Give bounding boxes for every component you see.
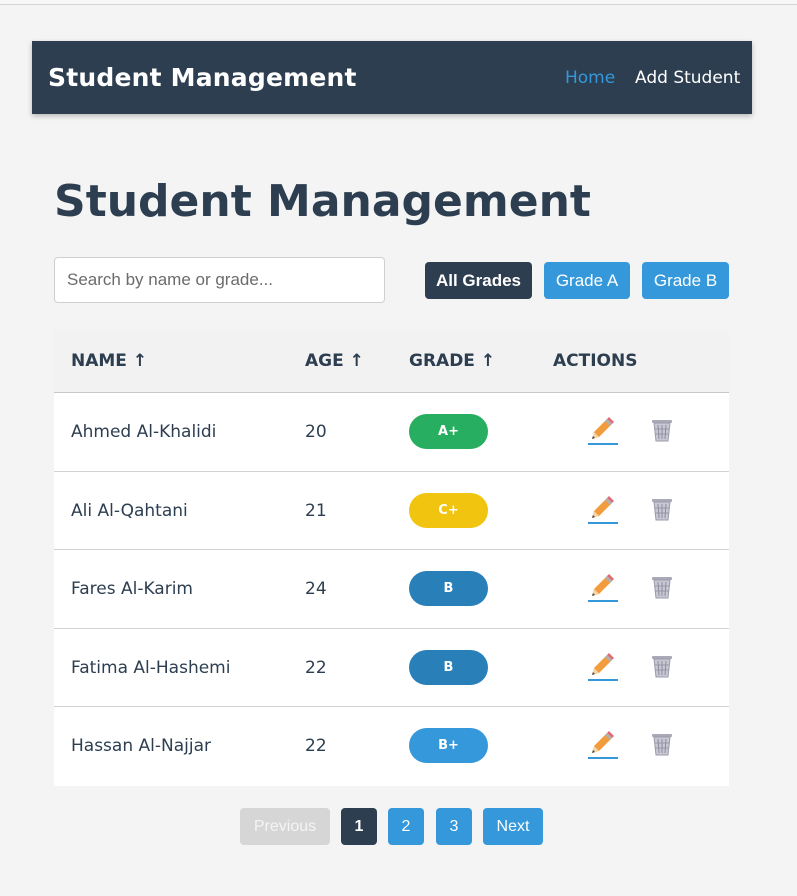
brand-title: Student Management bbox=[48, 63, 357, 92]
student-age: 22 bbox=[305, 657, 327, 678]
wastebasket-icon bbox=[650, 734, 674, 761]
table-row: Fares Al-Karim 24 B bbox=[54, 550, 729, 629]
grade-badge: C+ bbox=[409, 492, 488, 528]
edit-button[interactable] bbox=[588, 495, 618, 524]
pagination-previous-button[interactable]: Previous bbox=[240, 808, 330, 845]
page-title: Student Management bbox=[54, 176, 591, 227]
wastebasket-icon bbox=[650, 420, 674, 447]
delete-button[interactable] bbox=[650, 574, 674, 602]
table-row: Fatima Al-Hashemi 22 B bbox=[54, 628, 729, 708]
grade-badge: B bbox=[409, 649, 488, 685]
table-header: NAME ↑ AGE ↑ GRADE ↑ ACTIONS bbox=[54, 331, 729, 393]
student-name: Fatima Al-Hashemi bbox=[71, 657, 231, 678]
column-header-grade[interactable]: GRADE ↑ bbox=[409, 351, 495, 371]
grade-badge: B+ bbox=[409, 728, 488, 764]
edit-button[interactable] bbox=[588, 417, 618, 445]
table-row: Ahmed Al-Khalidi 20 A+ bbox=[54, 393, 729, 472]
edit-button[interactable] bbox=[588, 731, 618, 760]
delete-button[interactable] bbox=[650, 496, 674, 524]
filter-grade-b-button[interactable]: Grade B bbox=[642, 262, 729, 299]
search-input[interactable] bbox=[54, 257, 385, 303]
edit-link-underline bbox=[588, 600, 618, 603]
delete-button[interactable] bbox=[650, 417, 674, 445]
filter-all-grades-button[interactable]: All Grades bbox=[425, 262, 532, 299]
edit-button[interactable] bbox=[588, 574, 618, 603]
table-body: Ahmed Al-Khalidi 20 A+ Ali Al-Qahtani 21 C+ Fa… bbox=[54, 393, 729, 786]
edit-link-underline bbox=[588, 757, 618, 760]
edit-link-underline bbox=[588, 521, 618, 524]
pagination-page-1[interactable]: 1 bbox=[341, 808, 377, 845]
wastebasket-icon bbox=[650, 498, 674, 526]
edit-link-underline bbox=[588, 443, 618, 445]
wastebasket-icon bbox=[650, 655, 674, 683]
student-name: Ali Al-Qahtani bbox=[71, 500, 188, 521]
pagination-page-3[interactable]: 3 bbox=[436, 808, 472, 845]
students-table: NAME ↑ AGE ↑ GRADE ↑ ACTIONS Ahmed Al-Kh… bbox=[54, 331, 729, 786]
delete-button[interactable] bbox=[650, 731, 674, 759]
column-header-actions: ACTIONS bbox=[553, 351, 638, 371]
browser-top-edge bbox=[0, 0, 797, 5]
navbar: Student Management Home Add Student bbox=[32, 41, 752, 114]
pagination-page-2[interactable]: 2 bbox=[388, 808, 424, 845]
student-name: Ahmed Al-Khalidi bbox=[71, 422, 217, 442]
column-header-name[interactable]: NAME ↑ bbox=[71, 351, 147, 371]
pagination-next-button[interactable]: Next bbox=[483, 808, 543, 845]
student-age: 24 bbox=[305, 579, 327, 600]
filter-grade-a-button[interactable]: Grade A bbox=[544, 262, 630, 299]
grade-badge: A+ bbox=[409, 414, 488, 449]
student-name: Hassan Al-Najjar bbox=[71, 736, 211, 757]
student-age: 22 bbox=[305, 736, 327, 757]
edit-link-underline bbox=[588, 678, 618, 681]
student-name: Fares Al-Karim bbox=[71, 579, 193, 600]
wastebasket-icon bbox=[650, 577, 674, 604]
nav-link-add-student[interactable]: Add Student bbox=[635, 68, 740, 88]
table-row: Ali Al-Qahtani 21 C+ bbox=[54, 471, 729, 551]
grade-badge: B bbox=[409, 571, 488, 607]
table-row: Hassan Al-Najjar 22 B+ bbox=[54, 707, 729, 786]
edit-button[interactable] bbox=[588, 652, 618, 681]
column-header-age[interactable]: AGE ↑ bbox=[305, 351, 364, 371]
student-age: 21 bbox=[305, 500, 327, 521]
delete-button[interactable] bbox=[650, 653, 674, 681]
student-age: 20 bbox=[305, 422, 327, 442]
nav-link-home[interactable]: Home bbox=[565, 68, 615, 88]
